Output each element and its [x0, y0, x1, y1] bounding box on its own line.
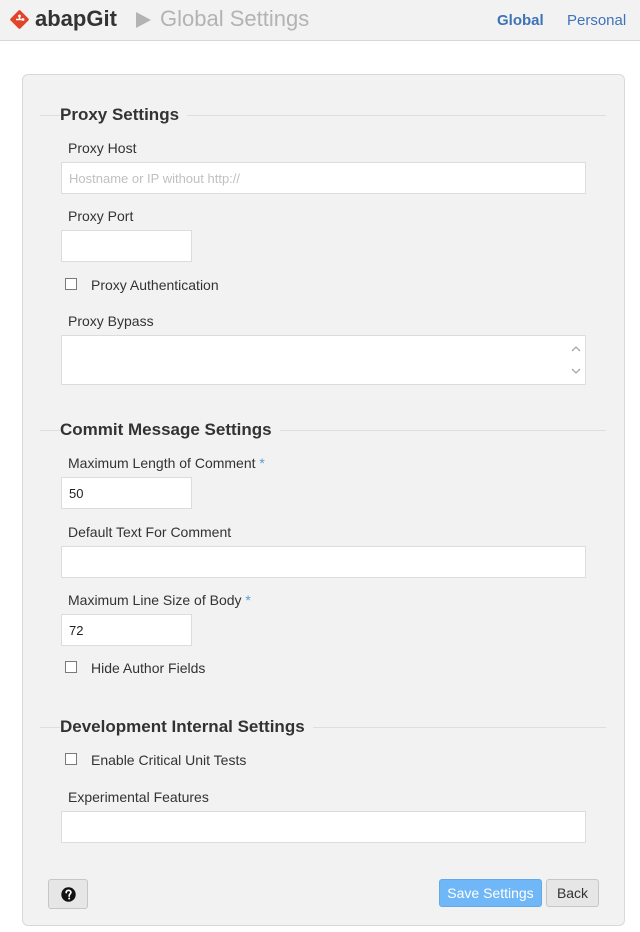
section-title-dev: Development Internal Settings — [60, 717, 313, 737]
critical-tests-label: Enable Critical Unit Tests — [91, 752, 247, 768]
breadcrumb-arrow-icon — [136, 12, 151, 28]
proxy-bypass-label: Proxy Bypass — [68, 313, 154, 329]
proxy-host-label: Proxy Host — [68, 140, 137, 156]
app-header: abapGit Global Settings Global Personal — [0, 0, 640, 41]
default-comment-text-input[interactable] — [61, 546, 586, 578]
proxy-auth-checkbox[interactable] — [65, 278, 77, 290]
experimental-features-input[interactable] — [61, 811, 586, 843]
hide-author-checkbox[interactable] — [65, 661, 77, 673]
hide-author-label: Hide Author Fields — [91, 660, 206, 676]
back-button[interactable]: Back — [546, 879, 599, 907]
max-comment-length-input[interactable] — [61, 477, 192, 509]
app-logo-text[interactable]: abapGit — [35, 6, 117, 32]
required-marker: * — [259, 455, 265, 471]
scroll-down-arrow-icon[interactable] — [570, 365, 582, 377]
required-marker: * — [245, 592, 251, 608]
section-title-commit: Commit Message Settings — [60, 420, 280, 440]
proxy-bypass-textarea[interactable] — [61, 335, 586, 385]
question-circle-icon — [61, 887, 76, 902]
experimental-features-label: Experimental Features — [68, 789, 209, 805]
default-comment-text-label: Default Text For Comment — [68, 524, 232, 540]
max-line-size-input[interactable] — [61, 614, 192, 646]
proxy-auth-label: Proxy Authentication — [91, 277, 219, 293]
help-button[interactable] — [48, 879, 88, 909]
proxy-port-label: Proxy Port — [68, 208, 134, 224]
max-comment-length-label: Maximum Length of Comment * — [68, 455, 265, 471]
nav-personal-link[interactable]: Personal — [567, 12, 626, 29]
save-settings-button[interactable]: Save Settings — [439, 879, 542, 907]
page-title: Global Settings — [160, 6, 310, 31]
proxy-port-input[interactable] — [61, 230, 192, 262]
section-title-proxy: Proxy Settings — [60, 105, 188, 125]
scroll-up-arrow-icon[interactable] — [570, 343, 582, 355]
critical-tests-checkbox[interactable] — [65, 753, 77, 765]
git-logo-icon — [10, 10, 29, 29]
proxy-host-input[interactable] — [61, 162, 586, 194]
nav-global-link[interactable]: Global — [497, 12, 544, 29]
max-line-size-label: Maximum Line Size of Body * — [68, 592, 251, 608]
